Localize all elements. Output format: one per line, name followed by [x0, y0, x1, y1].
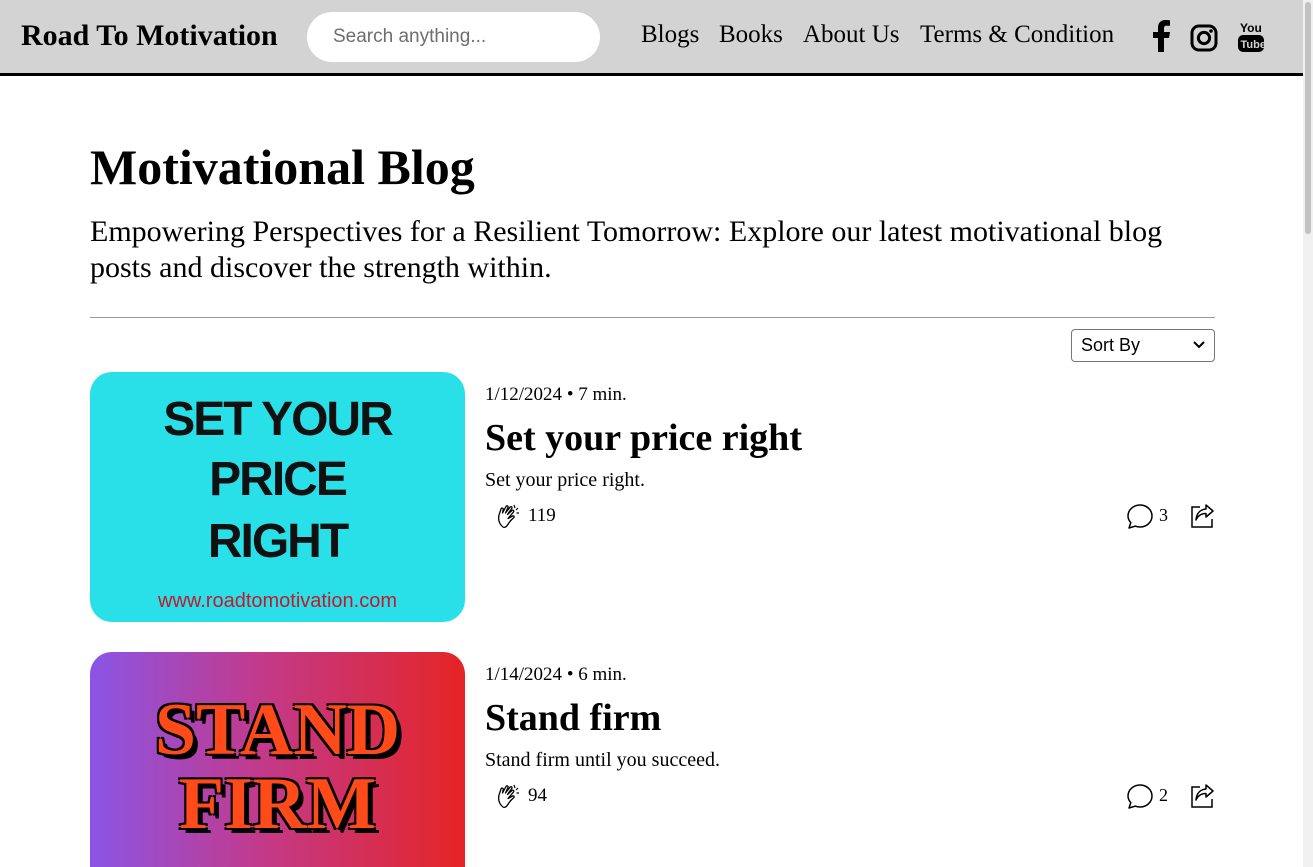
divider [90, 317, 1215, 318]
like-button[interactable]: 94 [495, 783, 547, 809]
blog-post-card[interactable]: STAND FIRM 1/14/2024 • 6 min. Stand firm… [90, 652, 1215, 867]
post-title[interactable]: Set your price right [485, 416, 802, 460]
svg-text:You: You [1240, 21, 1262, 35]
site-header: Road To Motivation Blogs Books About Us … [0, 0, 1303, 76]
clap-icon [497, 784, 519, 809]
youtube-icon[interactable]: You Tube [1237, 20, 1265, 54]
post-meta: 1/14/2024 • 6 min. [485, 664, 627, 685]
comment-count: 2 [1159, 785, 1168, 805]
nav-books[interactable]: Books [719, 21, 783, 49]
instagram-icon[interactable] [1190, 20, 1218, 54]
facebook-icon[interactable] [1151, 20, 1171, 54]
post-image-text: PRICE [209, 453, 348, 506]
sort-select[interactable]: Sort By [1071, 329, 1215, 362]
post-title[interactable]: Stand firm [485, 696, 661, 740]
comments-button[interactable]: 3 [1126, 503, 1168, 529]
chevron-down-icon [1193, 341, 1205, 349]
post-excerpt: Stand firm until you succeed. [485, 749, 720, 771]
comments-button[interactable]: 2 [1126, 783, 1168, 809]
post-date: 1/12/2024 [485, 384, 563, 405]
site-brand[interactable]: Road To Motivation [21, 19, 278, 53]
share-button[interactable] [1188, 782, 1216, 815]
post-read-time: 6 min. [578, 664, 627, 685]
post-meta: 1/12/2024 • 7 min. [485, 384, 627, 405]
sort-select-label: Sort By [1081, 335, 1141, 355]
share-icon [1191, 784, 1214, 808]
post-image-text: RIGHT [207, 515, 349, 568]
share-icon [1191, 504, 1214, 528]
comment-count: 3 [1159, 505, 1168, 525]
like-button[interactable]: 119 [495, 503, 556, 529]
nav-terms-condition[interactable]: Terms & Condition [920, 21, 1114, 49]
post-image-text: FIRM [178, 763, 377, 845]
post-image-url-text: www.roadtomotivation.com [158, 590, 397, 612]
nav-blogs[interactable]: Blogs [641, 21, 699, 49]
clap-icon [497, 504, 519, 529]
nav-about-us[interactable]: About Us [803, 21, 900, 49]
post-image[interactable]: SET YOUR PRICE RIGHT www.roadtomotivatio… [90, 372, 465, 622]
like-count: 94 [528, 785, 547, 806]
post-date: 1/14/2024 [485, 664, 563, 685]
post-image-text: STAND [154, 689, 401, 771]
search-input[interactable] [307, 12, 600, 62]
scrollbar-thumb[interactable] [1305, 2, 1311, 234]
share-button[interactable] [1188, 502, 1216, 535]
page-subtitle: Empowering Perspectives for a Resilient … [90, 215, 1163, 284]
post-excerpt: Set your price right. [485, 469, 645, 491]
page-scrollbar[interactable] [1303, 0, 1313, 867]
like-count: 119 [528, 505, 556, 526]
post-read-time: 7 min. [578, 384, 627, 405]
comment-icon [1127, 504, 1153, 529]
post-image-text: SET YOUR [163, 393, 394, 446]
comment-icon [1127, 784, 1153, 809]
svg-text:Tube: Tube [1241, 39, 1266, 51]
post-image[interactable]: STAND FIRM [90, 652, 465, 867]
blog-post-card[interactable]: SET YOUR PRICE RIGHT www.roadtomotivatio… [90, 372, 1215, 622]
page-title: Motivational Blog [90, 139, 475, 195]
